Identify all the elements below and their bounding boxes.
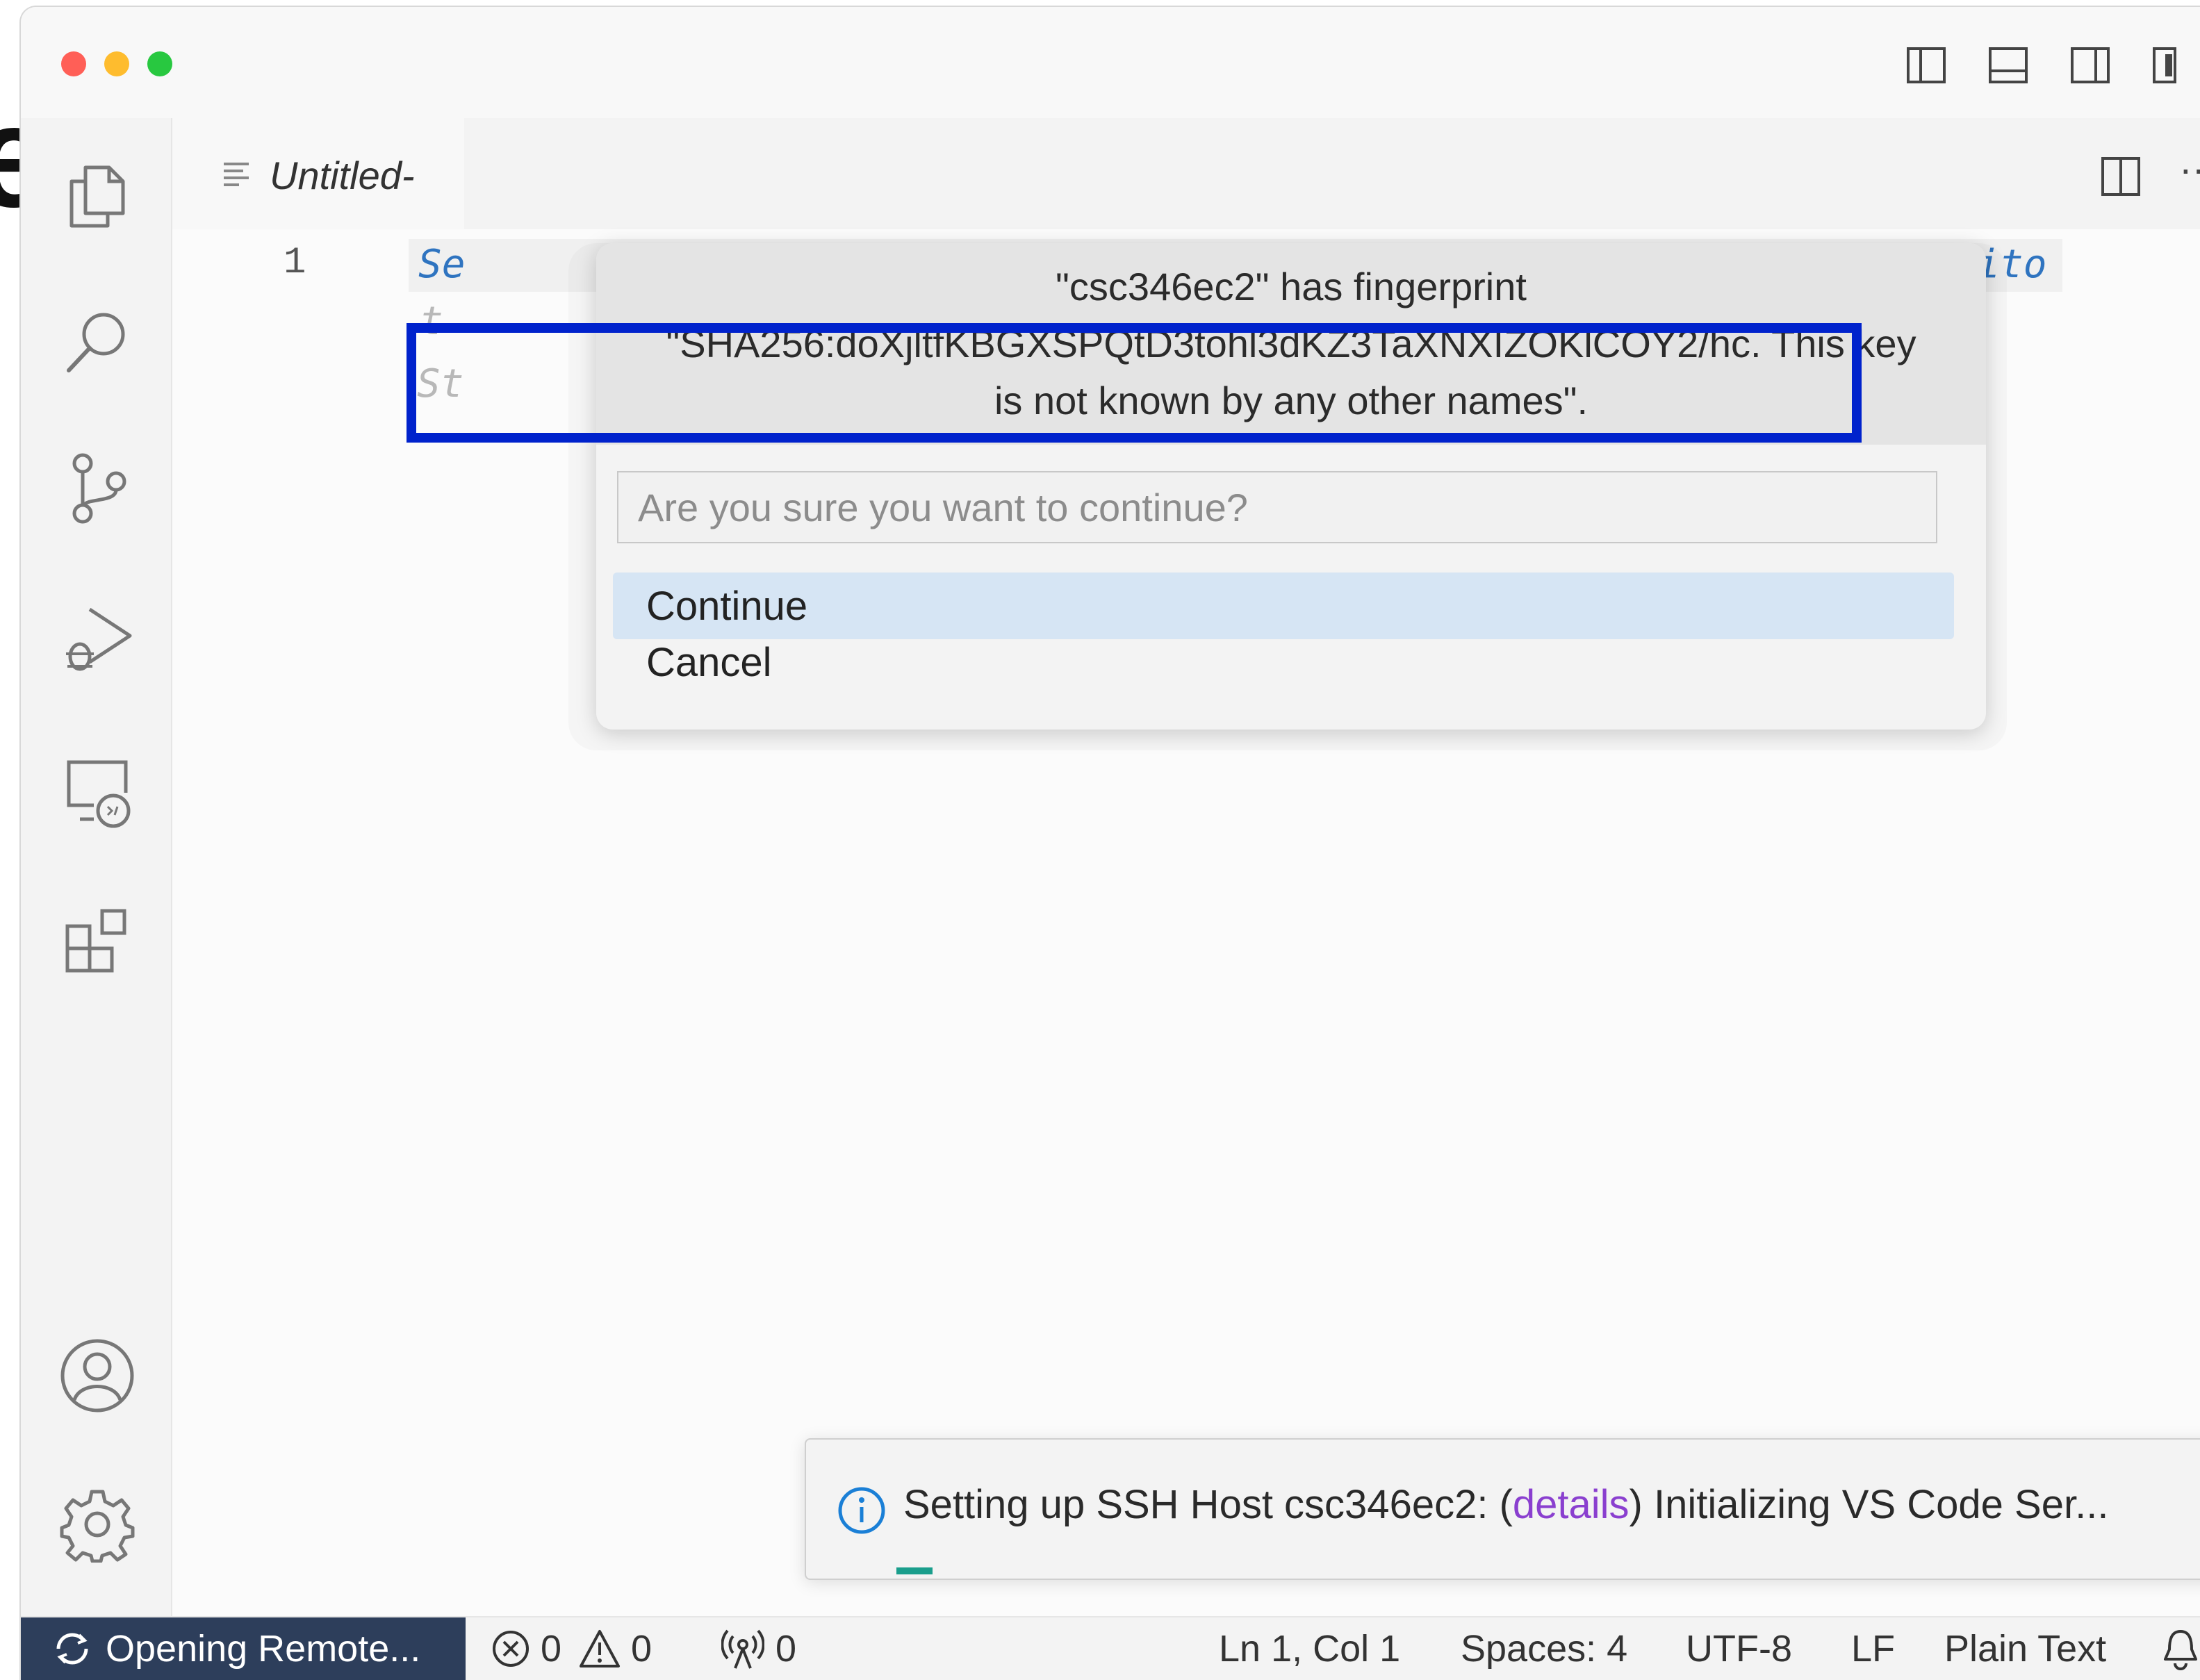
editor-tab-bar: Untitled- ··· — [172, 118, 2200, 229]
ports-count: 0 — [775, 1628, 797, 1670]
remote-explorer-icon[interactable] — [56, 750, 139, 834]
source-control-icon[interactable] — [56, 446, 139, 529]
ssh-fingerprint-dialog: "csc346ec2" has fingerprint "SHA256:doXj… — [596, 243, 1986, 730]
account-icon[interactable] — [56, 1334, 139, 1417]
highlight-box — [407, 323, 1862, 443]
ssh-setup-notification[interactable]: Setting up SSH Host csc346ec2: (details)… — [805, 1438, 2200, 1580]
status-bar: Opening Remote... 0 0 0 Ln 1, Col 1 Spac… — [21, 1616, 2200, 1680]
notifications-bell-icon[interactable] — [2161, 1627, 2200, 1672]
vscode-window: Untitled- ··· 1 Se ent edito t St "csc34… — [21, 7, 2200, 1680]
language-mode[interactable]: Plain Text — [1944, 1617, 2106, 1680]
problems-indicator[interactable]: 0 0 — [491, 1617, 652, 1680]
quick-pick-input[interactable] — [617, 471, 1937, 543]
title-bar — [21, 7, 2200, 125]
ports-indicator[interactable]: 0 — [721, 1617, 796, 1680]
indentation[interactable]: Spaces: 4 — [1461, 1617, 1627, 1680]
extensions-icon[interactable] — [56, 900, 139, 984]
editor-hint-left: Se — [418, 242, 466, 287]
error-icon — [493, 1631, 529, 1667]
warning-count: 0 — [631, 1628, 652, 1670]
details-link[interactable]: details — [1513, 1482, 1630, 1527]
customize-layout-icon[interactable] — [2151, 44, 2193, 86]
notification-progress — [896, 1567, 933, 1574]
tab-untitled[interactable]: Untitled- — [172, 118, 464, 229]
tab-label: Untitled- — [270, 154, 415, 197]
activity-bar — [21, 118, 172, 1624]
option-continue[interactable]: Continue — [613, 573, 1954, 639]
error-count: 0 — [541, 1628, 562, 1670]
remote-label: Opening Remote... — [106, 1628, 421, 1670]
cursor-position[interactable]: Ln 1, Col 1 — [1219, 1617, 1400, 1680]
text-file-icon — [224, 163, 249, 186]
minimize-window-button[interactable] — [104, 51, 129, 76]
more-actions-icon[interactable]: ··· — [2179, 146, 2200, 191]
end-of-line[interactable]: LF — [1851, 1617, 1895, 1680]
run-debug-icon[interactable] — [56, 598, 139, 681]
search-icon[interactable] — [56, 300, 139, 384]
toggle-panel-icon[interactable] — [1987, 44, 2029, 86]
gear-icon[interactable] — [56, 1483, 139, 1566]
sync-icon — [56, 1633, 88, 1665]
toggle-secondary-sidebar-icon[interactable] — [2069, 44, 2111, 86]
maximize-window-button[interactable] — [147, 51, 172, 76]
files-icon[interactable] — [56, 154, 139, 238]
toggle-primary-sidebar-icon[interactable] — [1905, 44, 1947, 86]
encoding[interactable]: UTF-8 — [1686, 1617, 1792, 1680]
remote-indicator[interactable]: Opening Remote... — [21, 1617, 466, 1680]
warning-icon — [580, 1630, 621, 1667]
broadcast-icon — [721, 1629, 764, 1669]
notification-message: Setting up SSH Host csc346ec2: (details)… — [903, 1482, 2109, 1527]
info-icon — [838, 1487, 885, 1534]
line-number: 1 — [284, 242, 306, 284]
split-editor-icon[interactable] — [2099, 154, 2143, 199]
dialog-message-line1: "csc346ec2" has fingerprint — [1056, 265, 1527, 308]
option-cancel[interactable]: Cancel — [613, 639, 1954, 688]
close-window-button[interactable] — [61, 51, 86, 76]
